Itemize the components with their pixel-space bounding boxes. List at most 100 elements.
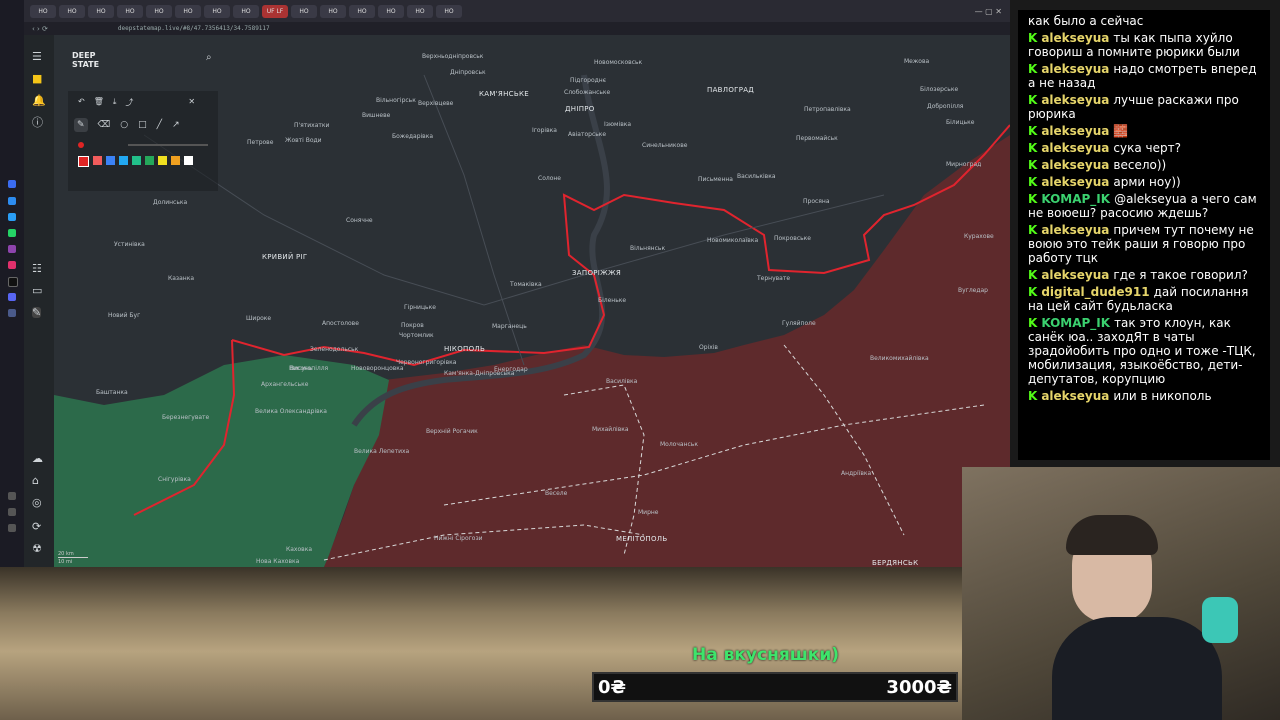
browser-tab[interactable]: HO (407, 4, 433, 18)
arrow-icon[interactable]: ↗ (172, 120, 180, 130)
app-icon[interactable] (8, 508, 16, 516)
occupied-area (324, 135, 1010, 567)
town-label: Верхньодніпровськ (422, 53, 484, 60)
browser-tab[interactable]: HO (436, 4, 462, 18)
browser-tab[interactable]: UF LF (262, 4, 288, 18)
color-swatch[interactable] (132, 156, 141, 165)
circle-icon[interactable]: ○ (120, 120, 128, 130)
telegram-icon[interactable] (8, 213, 16, 221)
draw-tool-icon[interactable]: ✎ (32, 307, 42, 318)
browser-tab[interactable]: HO (59, 4, 85, 18)
close-icon[interactable]: ✕ (188, 97, 195, 108)
app-icon[interactable] (8, 197, 16, 205)
target-icon[interactable]: ◎ (32, 497, 42, 508)
nav-arrows-icon[interactable]: ‹ › ⟳ (32, 25, 48, 33)
signal-icon[interactable]: ⌂ (32, 475, 39, 486)
slider-thumb[interactable] (78, 142, 84, 148)
download-icon[interactable]: ⤓ (113, 97, 117, 108)
app-icon[interactable] (8, 524, 16, 532)
color-swatch[interactable] (184, 156, 193, 165)
city-label: КАМ'ЯНСЬКЕ (479, 90, 529, 98)
line-icon[interactable]: ╱ (157, 120, 162, 130)
color-swatch[interactable] (119, 156, 128, 165)
window-controls[interactable]: — ▢ ✕ (975, 7, 1002, 16)
map-sidebar: ☰ ■ 🔔 ⓘ ☷ ▭ ✎ ☁ ⌂ ◎ ⟳ ☢ (24, 35, 54, 567)
square-icon[interactable]: □ (138, 120, 147, 130)
city-label: МЕЛІТОПОЛЬ (616, 535, 668, 543)
browser-tab[interactable]: HO (88, 4, 114, 18)
kick-badge-icon: K (1028, 31, 1038, 45)
slider-track[interactable] (128, 144, 208, 146)
streamer-hair (1066, 515, 1158, 555)
town-label: Ігорівка (532, 127, 557, 134)
chat-message: Kalekseyua лучше раскажи про рюрика (1028, 93, 1239, 121)
browser-tab[interactable]: HO (349, 4, 375, 18)
whatsapp-icon[interactable] (8, 229, 16, 237)
color-swatch[interactable] (171, 156, 180, 165)
pencil-icon[interactable]: ✎ (74, 118, 88, 132)
filter-icon[interactable]: ☷ (32, 263, 42, 274)
x-icon[interactable] (8, 277, 18, 287)
settings-icon[interactable] (8, 492, 16, 500)
eraser-icon[interactable]: ⌫ (98, 120, 111, 130)
delete-icon[interactable]: 🗑 (94, 97, 104, 108)
stream-chat: как было а сейчас Kalekseyua ты как пыпа … (1018, 10, 1270, 460)
stroke-width-slider[interactable] (78, 138, 210, 150)
town-label: Велика Лепетиха (354, 448, 410, 455)
layers-icon[interactable]: ▭ (32, 285, 42, 296)
radiation-icon[interactable]: ☢ (32, 543, 42, 554)
kick-badge-icon: K (1028, 268, 1038, 282)
discord-icon[interactable] (8, 293, 16, 301)
search-icon[interactable]: ⌕ (206, 52, 212, 63)
town-label: Білицьке (946, 119, 975, 126)
browser-tab[interactable]: HO (30, 4, 56, 18)
browser-tab[interactable]: HO (233, 4, 259, 18)
color-swatch[interactable] (93, 156, 102, 165)
kick-badge-icon: K (1028, 124, 1038, 138)
ukraine-flag-icon[interactable]: ■ (32, 73, 42, 84)
kick-badge-icon: K (1028, 389, 1038, 403)
browser-tab[interactable]: HO (117, 4, 143, 18)
undo-icon[interactable]: ↶ (78, 97, 85, 108)
town-label: Жовті Води (285, 137, 322, 144)
deepstate-logo[interactable]: DEEP STATE (72, 51, 112, 69)
browser-tab[interactable]: HO (291, 4, 317, 18)
town-label: Письменна (698, 176, 733, 183)
town-label: Каховка (286, 546, 312, 553)
scale-mi: 10 mi (58, 559, 73, 565)
town-label: Мирне (638, 509, 659, 516)
goal-target: 3000₴ (886, 677, 952, 698)
town-label: Дніпровськ (450, 69, 486, 76)
town-label: П'ятихатки (294, 122, 330, 129)
address-bar[interactable]: ‹ › ⟳ deepstatemap.live/#8/47.7356413/34… (24, 22, 1010, 35)
browser-tab[interactable]: HO (204, 4, 230, 18)
town-label: Мирноград (946, 161, 982, 168)
map-view[interactable]: КРИВИЙ РІГ КАМ'ЯНСЬКЕ ПАВЛОГРАД ЗАПОРІЖЖ… (24, 35, 1010, 567)
notification-icon[interactable]: 🔔 (32, 95, 46, 106)
browser-tab[interactable]: HO (378, 4, 404, 18)
browser-tab[interactable]: HO (175, 4, 201, 18)
info-icon[interactable]: ⓘ (32, 117, 43, 128)
browser-tab[interactable]: HO (146, 4, 172, 18)
town-label: Долинська (153, 199, 188, 206)
app-icon[interactable] (8, 245, 16, 253)
cloud-icon[interactable]: ☁ (32, 453, 43, 464)
app-icon[interactable] (8, 180, 16, 188)
color-swatch[interactable] (145, 156, 154, 165)
share-icon[interactable]: ⤴ (125, 97, 133, 108)
browser-tab[interactable]: HO (320, 4, 346, 18)
town-label: Михайлівка (592, 426, 629, 433)
menu-icon[interactable]: ☰ (32, 51, 42, 62)
color-swatch[interactable] (78, 156, 89, 167)
town-label: Вишневе (362, 112, 391, 119)
color-swatch[interactable] (106, 156, 115, 165)
url-text[interactable]: deepstatemap.live/#8/47.7356413/34.75891… (118, 25, 270, 32)
road (423, 74, 525, 366)
refresh-icon[interactable]: ⟳ (32, 521, 41, 532)
app-icon[interactable] (8, 309, 16, 317)
instagram-icon[interactable] (8, 261, 16, 269)
color-swatch[interactable] (158, 156, 167, 165)
town-label: Молочанськ (660, 441, 698, 448)
town-label: Ізюмівка (604, 121, 632, 128)
chat-message: K KOMAP_IK @alekseyua а чего сам не воюеш?… (1028, 192, 1257, 220)
